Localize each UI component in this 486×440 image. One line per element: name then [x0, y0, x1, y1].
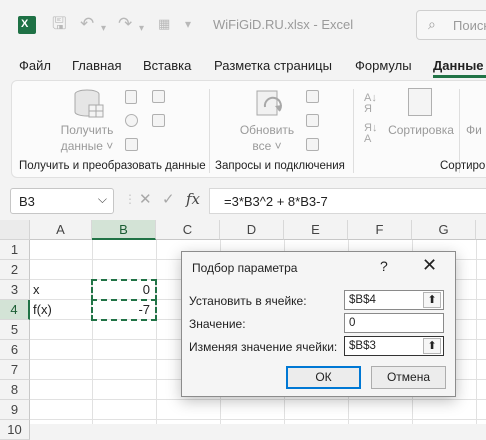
dialog-title: Подбор параметра: [192, 261, 298, 275]
range-select-icon[interactable]: ⬆: [423, 338, 441, 354]
queries-connections-icon[interactable]: [306, 90, 319, 103]
cancel-formula-icon[interactable]: ✕: [139, 190, 152, 208]
refresh-icon: [256, 90, 282, 116]
ribbon-separator: [209, 89, 210, 173]
cancel-button[interactable]: Отмена: [371, 366, 446, 389]
database-icon: [74, 89, 104, 118]
ribbon: Получить данные ˅ Получить и преобразова…: [11, 80, 486, 178]
ribbon-separator: [353, 89, 354, 173]
properties-icon[interactable]: [306, 114, 319, 127]
row-header-3[interactable]: 3: [0, 280, 30, 300]
range-select-icon[interactable]: ⬆: [423, 292, 441, 308]
tab-page-layout[interactable]: Разметка страницы: [214, 58, 332, 73]
column-header-f[interactable]: F: [348, 220, 412, 240]
row-header-7[interactable]: 7: [0, 360, 30, 380]
cell-b4[interactable]: -7: [92, 300, 156, 320]
excel-logo-icon: X: [18, 16, 36, 34]
document-title: WiFiGiD.RU.xlsx - Excel: [213, 17, 354, 32]
redo-dropdown-icon[interactable]: ▾: [139, 19, 144, 39]
column-header-d[interactable]: D: [220, 220, 284, 240]
refresh-all-label-2: все ˅: [252, 139, 282, 153]
select-all-corner[interactable]: [0, 220, 30, 240]
row-header-9[interactable]: 9: [0, 400, 30, 420]
by-changing-field[interactable]: $B$3 ⬆: [344, 336, 444, 356]
by-changing-value: $B$3: [349, 340, 376, 352]
name-box-value: B3: [19, 194, 35, 209]
customize-toolbar-icon[interactable]: ▾: [185, 14, 191, 34]
search-icon: ⌕: [428, 16, 436, 32]
sort-ascending-icon[interactable]: А↓ Я: [364, 93, 377, 115]
tab-home[interactable]: Главная: [72, 58, 121, 73]
cell-a4[interactable]: f(x): [30, 300, 92, 320]
ok-button[interactable]: ОК: [286, 366, 361, 389]
chevron-down-icon[interactable]: ⌵: [98, 192, 107, 207]
row-header-5[interactable]: 5: [0, 320, 30, 340]
goal-seek-dialog: Подбор параметра ? ✕ Установить в ячейке…: [181, 251, 456, 397]
set-cell-value: $B$4: [349, 294, 376, 306]
row-header-2[interactable]: 2: [0, 260, 30, 280]
group-get-transform-title: Получить и преобразовать данные: [19, 160, 206, 172]
undo-icon[interactable]: ↶: [80, 14, 94, 34]
get-data-label-2: данные ˅: [60, 139, 114, 153]
filter-button-label[interactable]: Фи: [466, 123, 486, 137]
to-value-value: 0: [349, 317, 356, 329]
refresh-all-label: Обновить: [239, 123, 295, 137]
ribbon-tabs: Файл Главная Вставка Разметка страницы Ф…: [0, 50, 486, 80]
get-data-label: Получить: [60, 123, 114, 137]
from-text-icon[interactable]: [125, 90, 137, 104]
active-tab-indicator: [433, 75, 486, 78]
set-cell-field[interactable]: $B$4 ⬆: [344, 290, 444, 310]
row-header-10[interactable]: 10: [0, 420, 30, 440]
sort-descending-icon[interactable]: Я↓ А: [364, 123, 377, 145]
title-bar: X 🖫 ↶ ▾ ↷ ▾ ▦ ▾ WiFiGiD.RU.xlsx - Excel …: [0, 0, 486, 50]
to-value-label: Значение:: [189, 317, 246, 331]
undo-dropdown-icon[interactable]: ▾: [101, 19, 106, 39]
group-queries-title: Запросы и подключения: [215, 160, 345, 172]
existing-connections-icon[interactable]: [152, 114, 165, 127]
to-value-field[interactable]: 0: [344, 313, 444, 333]
column-header-e[interactable]: E: [284, 220, 348, 240]
close-icon[interactable]: ✕: [422, 255, 437, 276]
search-placeholder: Поиск: [453, 18, 486, 33]
by-changing-label: Изменяя значение ячейки:: [189, 340, 338, 354]
search-box[interactable]: ⌕ Поиск: [416, 10, 486, 40]
tab-file[interactable]: Файл: [19, 58, 51, 73]
number-format-icon[interactable]: ▦: [158, 14, 170, 34]
row-header-4[interactable]: 4: [0, 300, 30, 320]
column-header-h[interactable]: [476, 220, 486, 240]
cell-b3[interactable]: 0: [92, 280, 156, 300]
column-header-g[interactable]: G: [412, 220, 476, 240]
enter-formula-icon[interactable]: ✓: [162, 190, 175, 208]
row-header-1[interactable]: 1: [0, 240, 30, 260]
save-icon[interactable]: 🖫: [52, 14, 66, 34]
insert-function-icon[interactable]: fx: [186, 190, 200, 208]
drag-handle-icon[interactable]: ⋮: [124, 192, 136, 206]
recent-sources-icon[interactable]: [152, 90, 165, 103]
tab-insert[interactable]: Вставка: [143, 58, 191, 73]
column-header-a[interactable]: A: [30, 220, 92, 240]
group-sort-title: Сортиро: [440, 160, 486, 172]
sort-dialog-icon[interactable]: [408, 88, 432, 116]
from-table-icon[interactable]: [125, 138, 138, 151]
column-header-c[interactable]: C: [156, 220, 220, 240]
from-web-icon[interactable]: [125, 114, 138, 127]
row-header-8[interactable]: 8: [0, 380, 30, 400]
row-header-6[interactable]: 6: [0, 340, 30, 360]
tab-data[interactable]: Данные: [433, 58, 484, 73]
formula-input[interactable]: =3*B3^2 + 8*B3-7: [209, 188, 486, 214]
formula-text: =3*B3^2 + 8*B3-7: [224, 194, 328, 209]
column-header-b[interactable]: B: [92, 220, 156, 240]
sort-button-label[interactable]: Сортировка: [386, 123, 456, 137]
name-box[interactable]: B3 ⌵: [10, 188, 114, 214]
set-cell-label: Установить в ячейке:: [189, 294, 307, 308]
tab-formulas[interactable]: Формулы: [355, 58, 412, 73]
edit-links-icon[interactable]: [306, 138, 319, 151]
cell-a3[interactable]: x: [30, 280, 92, 300]
redo-icon[interactable]: ↷: [118, 14, 132, 34]
help-button[interactable]: ?: [380, 258, 388, 274]
